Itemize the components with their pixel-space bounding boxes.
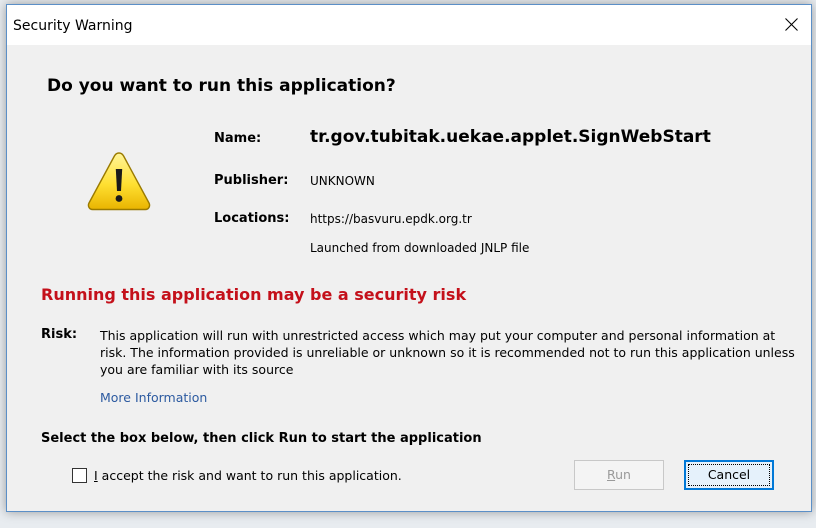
application-name: tr.gov.tubitak.uekae.applet.SignWebStart bbox=[310, 127, 711, 147]
close-icon bbox=[785, 18, 798, 31]
security-warning-window: Security Warning Do you want to run this… bbox=[6, 4, 812, 512]
accept-risk-checkbox[interactable] bbox=[72, 468, 87, 483]
dialog-body: Do you want to run this application? Nam… bbox=[7, 45, 811, 511]
publisher-value: UNKNOWN bbox=[310, 174, 375, 188]
risk-label: Risk: bbox=[41, 327, 78, 342]
focus-rectangle bbox=[688, 464, 770, 486]
name-label: Name: bbox=[214, 131, 262, 146]
locations-label: Locations: bbox=[214, 211, 290, 226]
location-url: https://basvuru.epdk.org.tr bbox=[310, 212, 472, 226]
run-button[interactable]: Run bbox=[574, 460, 664, 490]
risk-description: This application will run with unrestric… bbox=[100, 328, 795, 377]
accept-risk-label[interactable]: I accept the risk and want to run this a… bbox=[94, 468, 402, 483]
close-button[interactable] bbox=[775, 9, 809, 39]
window-title: Security Warning bbox=[13, 18, 133, 34]
accept-risk-text: accept the risk and want to run this app… bbox=[97, 468, 402, 483]
launch-source: Launched from downloaded JNLP file bbox=[310, 241, 530, 255]
warning-triangle-icon bbox=[87, 152, 151, 211]
cancel-button[interactable]: Cancel bbox=[684, 460, 774, 490]
run-accelerator: R bbox=[607, 467, 616, 482]
run-instruction: Select the box below, then click Run to … bbox=[41, 431, 482, 446]
more-information-link[interactable]: More Information bbox=[100, 390, 207, 405]
risk-heading: Running this application may be a securi… bbox=[41, 285, 467, 304]
title-bar[interactable]: Security Warning bbox=[7, 5, 811, 45]
run-label: un bbox=[615, 467, 631, 482]
publisher-label: Publisher: bbox=[214, 173, 289, 188]
dialog-heading: Do you want to run this application? bbox=[47, 76, 396, 96]
